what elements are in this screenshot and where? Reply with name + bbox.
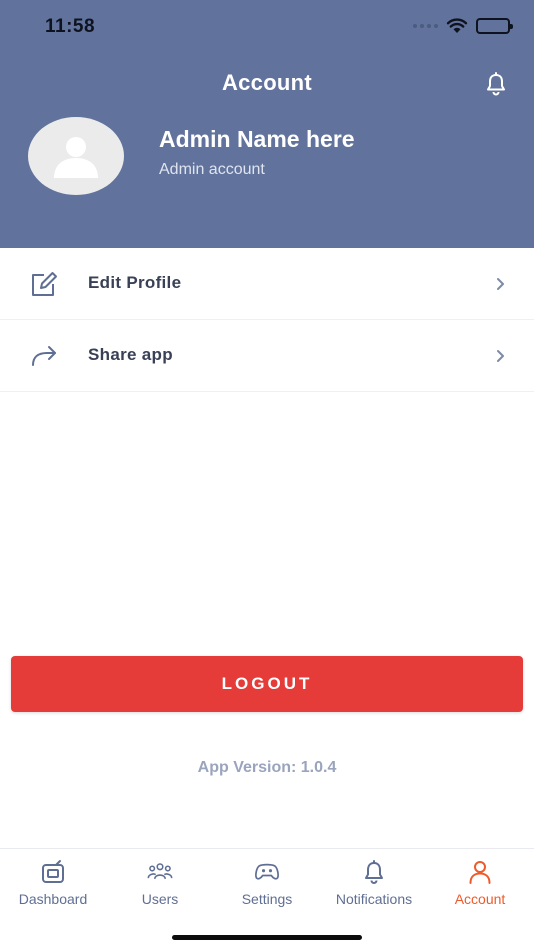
tab-label: Notifications: [335, 891, 413, 907]
edit-icon: [32, 272, 57, 296]
signal-icon: [413, 24, 438, 28]
bell-icon: [365, 860, 383, 884]
tab-account[interactable]: Account: [427, 859, 533, 919]
status-icons: [413, 18, 513, 34]
logout-button[interactable]: LOGOUT: [11, 656, 523, 712]
person-placeholder-icon: [54, 137, 98, 178]
menu-item-edit-profile[interactable]: Edit Profile: [0, 248, 534, 320]
menu-item-label: Edit Profile: [88, 273, 182, 292]
status-time: 11:58: [45, 16, 96, 37]
wifi-icon: [446, 18, 468, 33]
users-icon: [147, 863, 173, 880]
tab-label: Dashboard: [18, 891, 88, 907]
tab-label: Users: [141, 891, 179, 907]
tab-settings[interactable]: Settings: [214, 859, 320, 919]
battery-icon: [476, 18, 513, 34]
page-title: Account: [221, 70, 313, 95]
tab-label: Account: [454, 891, 506, 907]
home-indicator[interactable]: [172, 935, 362, 940]
app-version: App Version: 1.0.4: [197, 759, 337, 776]
status-bar: 11:58: [0, 0, 534, 56]
account-header: 11:58 Account Admin Name here Admin acco…: [0, 0, 534, 248]
notification-bell-icon[interactable]: [485, 72, 507, 96]
tab-users[interactable]: Users: [107, 859, 213, 919]
tab-label: Settings: [241, 891, 293, 907]
gamepad-icon: [255, 863, 279, 880]
dashboard-icon: [42, 860, 64, 883]
menu-item-label: Share app: [88, 345, 173, 364]
share-icon: [32, 346, 56, 366]
tab-dashboard[interactable]: Dashboard: [0, 859, 106, 919]
menu-item-share-app[interactable]: Share app: [0, 320, 534, 392]
chevron-right-icon: [497, 278, 504, 290]
avatar[interactable]: [28, 117, 124, 195]
admin-name: Admin Name here: [159, 126, 355, 152]
chevron-right-icon: [497, 350, 504, 362]
admin-role: Admin account: [159, 161, 265, 178]
person-icon: [469, 861, 491, 884]
tab-notifications[interactable]: Notifications: [321, 859, 427, 919]
account-screen: 11:58 Account Admin Name here Admin acco…: [0, 0, 534, 950]
